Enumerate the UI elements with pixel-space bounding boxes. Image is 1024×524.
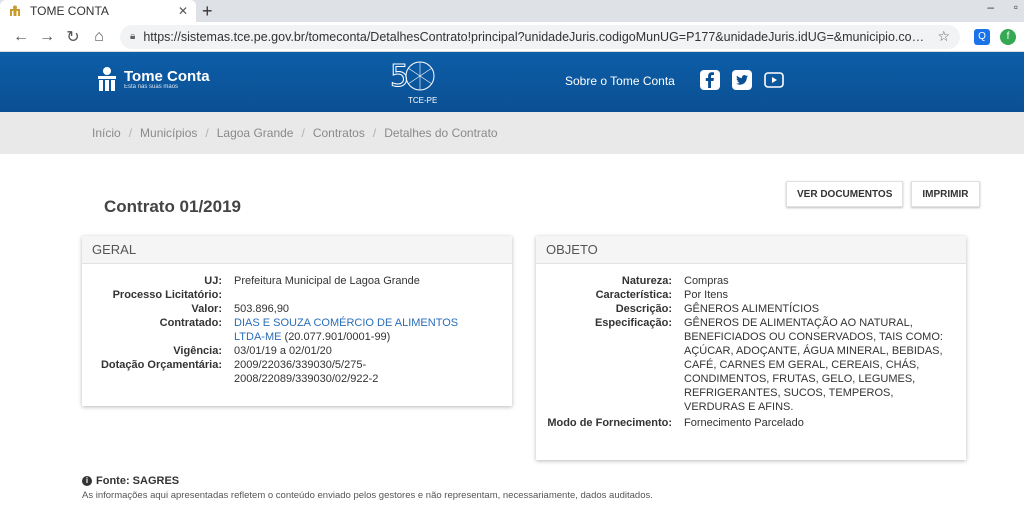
field-value: Compras: [684, 275, 729, 287]
about-link[interactable]: Sobre o Tome Conta: [565, 74, 675, 88]
breadcrumb-item-inicio[interactable]: Início: [92, 126, 121, 140]
field-label: UJ:: [204, 275, 222, 287]
field-value: GÊNEROS DE ALIMENTAÇÃO AO NATURAL, BENEF…: [684, 317, 943, 413]
twitter-icon[interactable]: [732, 70, 752, 90]
objeto-row-descricao: Descrição: GÊNEROS ALIMENTÍCIOS: [536, 302, 966, 316]
breadcrumb-item-municipios[interactable]: Municípios: [140, 126, 197, 140]
geral-card-heading: GERAL: [82, 236, 512, 264]
tce-50-anos-emblem: 5 TCE-PE: [388, 56, 438, 108]
home-icon[interactable]: ⌂: [86, 28, 112, 46]
facebook-icon[interactable]: [700, 70, 720, 90]
minimize-icon[interactable]: –: [987, 0, 994, 14]
lock-icon: 🔒︎: [130, 31, 136, 42]
field-value: GÊNEROS ALIMENTÍCIOS: [684, 303, 820, 315]
brand-tagline: Está nas suas mãos: [124, 83, 179, 90]
objeto-row-especificacao: Especificação: GÊNEROS DE ALIMENTAÇÃO AO…: [536, 316, 966, 414]
geral-row-uj: UJ: Prefeitura Municipal de Lagoa Grande: [82, 274, 512, 288]
source-line: i Fonte: SAGRES: [82, 475, 653, 487]
breadcrumb-item-contratos[interactable]: Contratos: [313, 126, 365, 140]
field-label: Especificação:: [594, 317, 672, 329]
geral-row-valor: Valor: 503.896,90: [82, 302, 512, 316]
field-value: Prefeitura Municipal de Lagoa Grande: [234, 275, 420, 287]
breadcrumb-item-lagoa-grande[interactable]: Lagoa Grande: [217, 126, 294, 140]
info-icon: i: [82, 476, 92, 486]
field-value: 2009/22036/339030/5/275-2008/22089/33903…: [234, 359, 379, 385]
source-text: Fonte: SAGRES: [96, 475, 180, 487]
field-label: Processo Licitatório:: [112, 289, 222, 301]
field-label: Modo de Fornecimento:: [547, 417, 672, 429]
objeto-row-modo-fornecimento: Modo de Fornecimento: Fornecimento Parce…: [536, 416, 966, 430]
disclaimer-text: As informações aqui apresentadas reflete…: [82, 490, 653, 501]
field-label: Valor:: [191, 303, 222, 315]
field-value: 03/01/19 a 02/01/20: [234, 345, 332, 357]
address-bar[interactable]: 🔒︎ https://sistemas.tce.pe.gov.br/tomeco…: [120, 24, 960, 49]
breadcrumb-separator: /: [372, 126, 377, 140]
objeto-card-heading: OBJETO: [536, 236, 966, 264]
tome-conta-logo-icon: [98, 67, 116, 91]
objeto-row-caracteristica: Característica: Por Itens: [536, 288, 966, 302]
field-label: Contratado:: [159, 317, 222, 329]
print-button[interactable]: IMPRIMIR: [911, 181, 980, 207]
tome-conta-favicon-icon: [8, 5, 22, 17]
view-documents-button[interactable]: VER DOCUMENTOS: [786, 181, 904, 207]
emblem-text: TCE-PE: [408, 96, 438, 105]
main-content: Contrato 01/2019 VER DOCUMENTOS IMPRIMIR…: [0, 154, 1024, 501]
bookmark-star-icon[interactable]: ☆: [937, 28, 950, 45]
field-label: Descrição:: [615, 303, 672, 315]
contractor-cnpj: (20.077.901/0001-99): [284, 331, 391, 343]
reload-icon[interactable]: ↻: [60, 27, 86, 47]
breadcrumb-separator: /: [301, 126, 305, 140]
site-logo[interactable]: Tome Conta Está nas suas mãos: [96, 66, 210, 92]
profile-icon[interactable]: f: [1000, 28, 1016, 45]
field-label: Dotação Orçamentária:: [100, 359, 222, 371]
field-value: Fornecimento Parcelado: [684, 417, 804, 429]
geral-row-processo: Processo Licitatório:: [82, 288, 512, 302]
field-value: Por Itens: [684, 289, 729, 301]
breadcrumb-item-current: Detalhes do Contrato: [384, 126, 498, 140]
breadcrumb-separator: /: [128, 126, 133, 140]
forward-arrow-icon[interactable]: →: [34, 28, 60, 46]
objeto-row-natureza: Natureza: Compras: [536, 274, 966, 288]
url-text: https://sistemas.tce.pe.gov.br/tomeconta…: [143, 29, 930, 44]
objeto-card: OBJETO Natureza: Compras Característica:…: [536, 236, 966, 460]
tab-close-icon[interactable]: ✕: [178, 4, 188, 18]
back-arrow-icon[interactable]: ←: [8, 28, 34, 46]
field-value: 503.896,90: [234, 303, 290, 315]
youtube-icon[interactable]: [764, 70, 784, 90]
page-actions: VER DOCUMENTOS IMPRIMIR: [786, 181, 980, 207]
field-label: Característica:: [595, 289, 672, 301]
field-value: DIAS E SOUZA COMÉRCIO DE ALIMENTOS LTDA-…: [222, 316, 484, 344]
site-header: Tome Conta Está nas suas mãos 5 TCE-PE S…: [0, 52, 1024, 112]
breadcrumb-separator: /: [205, 126, 209, 140]
browser-toolbar: ← → ↻ ⌂ 🔒︎ https://sistemas.tce.pe.gov.b…: [0, 22, 1024, 52]
browser-tab-bar: TOME CONTA ✕ + – ▫: [0, 0, 1024, 22]
browser-tab[interactable]: TOME CONTA ✕: [0, 0, 196, 22]
geral-row-dotacao: Dotação Orçamentária: 2009/22036/339030/…: [82, 358, 512, 386]
geral-card: GERAL UJ: Prefeitura Municipal de Lagoa …: [82, 236, 512, 406]
tab-title: TOME CONTA: [30, 4, 109, 18]
geral-row-contratado: Contratado: DIAS E SOUZA COMÉRCIO DE ALI…: [82, 316, 512, 344]
new-tab-icon[interactable]: +: [202, 1, 213, 21]
page-title: Contrato 01/2019: [104, 197, 241, 216]
field-value: [222, 288, 484, 302]
brand-name: Tome Conta: [124, 67, 210, 85]
breadcrumb: Início / Municípios / Lagoa Grande / Con…: [0, 112, 1024, 154]
social-links: [700, 70, 784, 90]
maximize-icon[interactable]: ▫: [1014, 0, 1018, 14]
field-label: Vigência:: [173, 345, 222, 357]
field-label: Natureza:: [621, 275, 672, 287]
source-footer: i Fonte: SAGRES As informações aqui apre…: [82, 475, 653, 501]
geral-row-vigencia: Vigência: 03/01/19 a 02/01/20: [82, 344, 512, 358]
extension-icon[interactable]: Q: [974, 28, 990, 45]
